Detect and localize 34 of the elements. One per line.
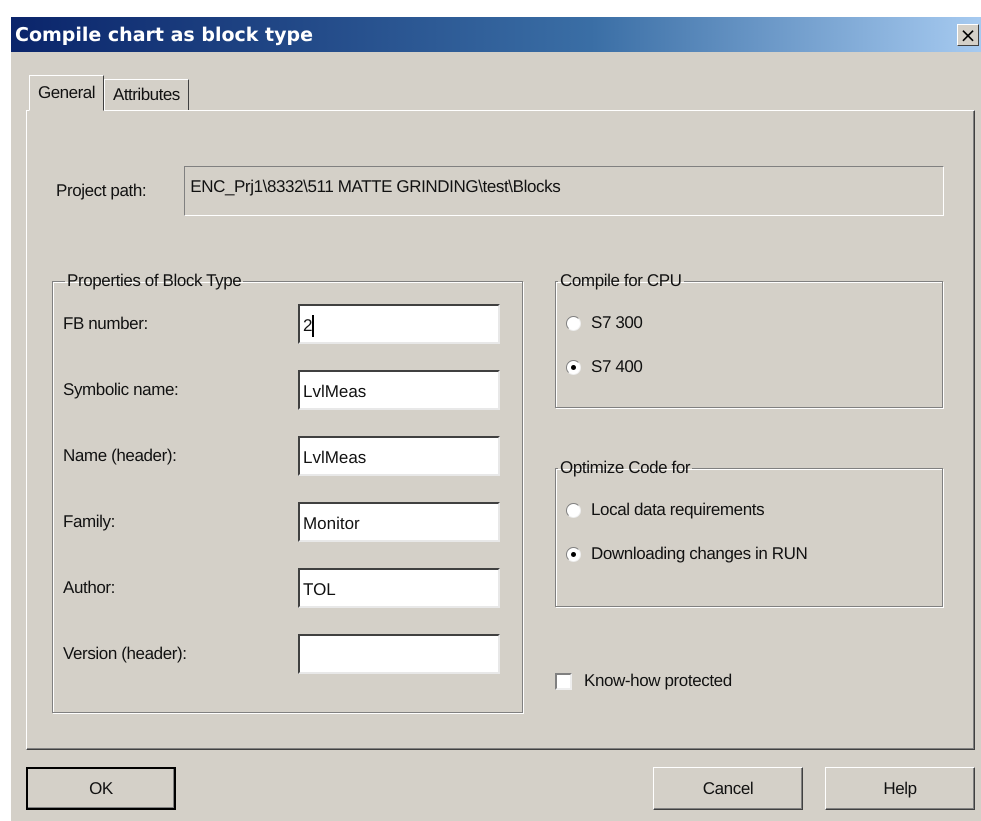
dialog-button[interactable]: Help bbox=[825, 767, 975, 810]
field-label: FB number: bbox=[63, 314, 148, 334]
group-title: Properties of Block Type bbox=[66, 271, 242, 291]
option-label: S7 400 bbox=[591, 357, 642, 377]
input-field[interactable]: TOL bbox=[298, 568, 500, 608]
option-label: S7 300 bbox=[591, 313, 642, 333]
tab[interactable]: Attributes bbox=[104, 79, 189, 110]
checkbox[interactable] bbox=[555, 672, 572, 690]
input-field[interactable] bbox=[298, 634, 500, 674]
group-title: Optimize Code for bbox=[559, 458, 692, 478]
radio-button[interactable] bbox=[566, 546, 581, 562]
field-label: Family: bbox=[63, 512, 115, 532]
dialog-button[interactable]: Cancel bbox=[653, 767, 803, 810]
input-field[interactable]: Monitor bbox=[298, 502, 500, 542]
option-label: Local data requirements bbox=[591, 500, 764, 520]
field-label: Project path: bbox=[56, 181, 146, 201]
path-field: ENC_Prj1\8332\511 MATTE GRINDING\test\Blocks bbox=[184, 166, 944, 216]
radio-button[interactable] bbox=[566, 316, 581, 330]
window-title: Compile chart as block type bbox=[15, 24, 313, 46]
input-field[interactable]: 2 bbox=[298, 304, 500, 344]
field-label: Name (header): bbox=[63, 446, 176, 466]
field-label: Version (header): bbox=[63, 644, 187, 664]
dialog-button[interactable]: OK bbox=[26, 767, 176, 810]
group-title: Compile for CPU bbox=[559, 271, 683, 291]
option-label: Downloading changes in RUN bbox=[591, 544, 808, 564]
input-field[interactable]: LvlMeas bbox=[298, 370, 500, 410]
radio-button[interactable] bbox=[566, 360, 581, 374]
radio-button[interactable] bbox=[566, 502, 581, 518]
tab[interactable]: General bbox=[29, 75, 104, 111]
field-label: Symbolic name: bbox=[63, 380, 178, 400]
close-button[interactable]: × bbox=[957, 24, 979, 46]
checkbox-label: Know-how protected bbox=[584, 671, 732, 691]
input-field[interactable]: LvlMeas bbox=[298, 436, 500, 476]
field-label: Author: bbox=[63, 578, 116, 598]
